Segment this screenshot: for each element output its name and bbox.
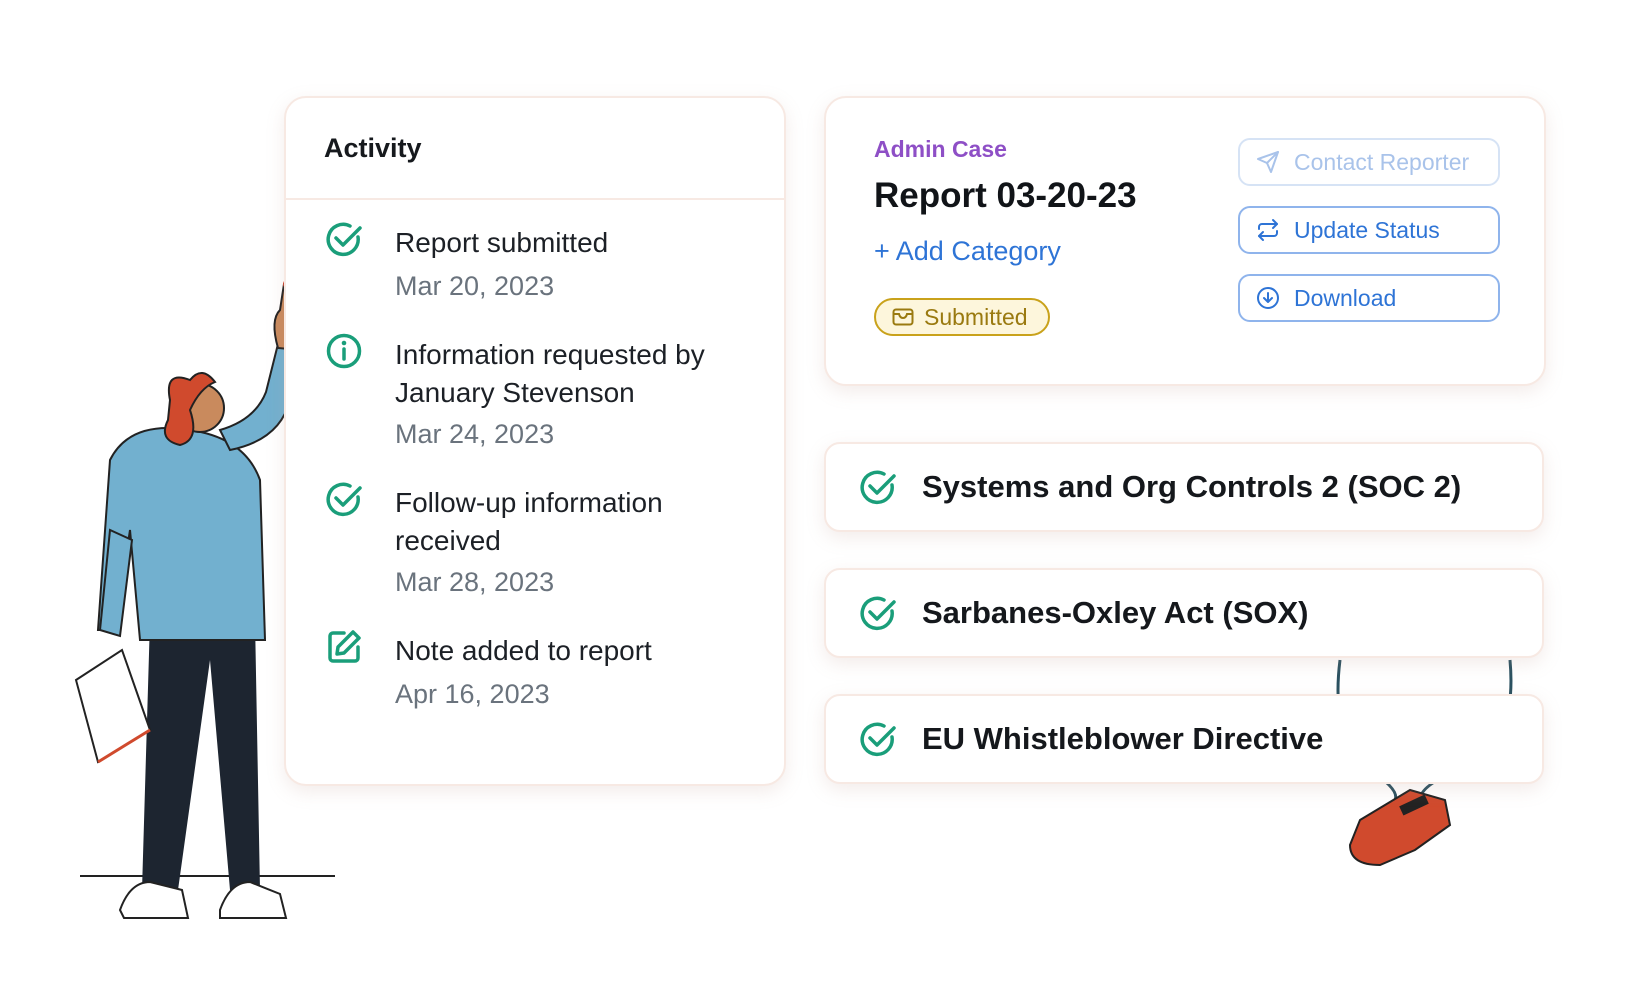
envelope-icon: [892, 308, 914, 326]
status-label: Submitted: [924, 303, 1028, 330]
check-circle-icon: [860, 470, 896, 505]
check-circle-icon: [326, 222, 362, 257]
page: Activity Report submitted Mar 20, 2023 I…: [0, 0, 1630, 1004]
send-icon: [1257, 151, 1279, 173]
activity-item-date: Mar 28, 2023: [395, 567, 555, 597]
update-status-label: Update Status: [1294, 216, 1440, 243]
compliance-item-sox: Sarbanes-Oxley Act (SOX): [824, 568, 1544, 658]
update-status-button[interactable]: Update Status: [1238, 206, 1500, 254]
activity-item-title: Information requested by January Stevens…: [395, 339, 705, 408]
activity-panel: Activity Report submitted Mar 20, 2023 I…: [284, 96, 786, 786]
check-circle-icon: [326, 482, 362, 517]
contact-reporter-button[interactable]: Contact Reporter: [1238, 138, 1500, 186]
activity-item-date: Mar 20, 2023: [395, 271, 555, 301]
info-circle-icon: [326, 333, 362, 369]
repeat-icon: [1258, 219, 1278, 241]
compliance-item-eu-whistleblower: EU Whistleblower Directive: [824, 694, 1544, 784]
activity-title: Activity: [286, 98, 784, 200]
activity-item-date: Apr 16, 2023: [395, 679, 550, 709]
contact-reporter-label: Contact Reporter: [1294, 148, 1470, 175]
download-label: Download: [1294, 284, 1397, 311]
download-button[interactable]: Download: [1238, 274, 1500, 322]
activity-item-date: Mar 24, 2023: [395, 419, 555, 449]
compliance-label: Sarbanes-Oxley Act (SOX): [922, 595, 1309, 630]
status-badge: Submitted: [874, 298, 1050, 336]
report-title: Report 03-20-23: [874, 176, 1137, 215]
check-circle-icon: [860, 722, 896, 757]
report-panel: Admin Case Report 03-20-23 + Add Categor…: [824, 96, 1546, 386]
compliance-label: Systems and Org Controls 2 (SOC 2): [922, 469, 1462, 504]
add-category-link[interactable]: + Add Category: [874, 236, 1061, 267]
edit-note-icon: [328, 630, 361, 663]
compliance-label: EU Whistleblower Directive: [922, 721, 1324, 756]
case-type-label: Admin Case: [874, 136, 1007, 162]
activity-item-title: Report submitted: [395, 227, 609, 258]
activity-item-title: Note added to report: [395, 635, 652, 666]
activity-item-title: Follow-up information received: [395, 487, 663, 556]
check-circle-icon: [860, 596, 896, 631]
download-circle-icon: [1257, 287, 1279, 309]
compliance-item-soc2: Systems and Org Controls 2 (SOC 2): [824, 442, 1544, 532]
